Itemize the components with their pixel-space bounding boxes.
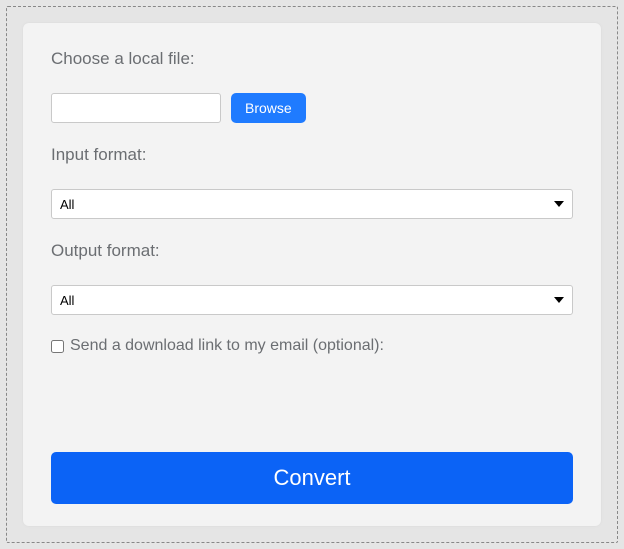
input-format-label: Input format: xyxy=(51,145,573,165)
email-option-row[interactable]: Send a download link to my email (option… xyxy=(51,337,573,355)
file-row: Browse xyxy=(51,93,573,123)
email-checkbox[interactable] xyxy=(51,340,64,353)
output-format-label: Output format: xyxy=(51,241,573,261)
choose-file-label: Choose a local file: xyxy=(51,49,573,69)
output-format-select[interactable]: All xyxy=(51,285,573,315)
email-option-label: Send a download link to my email (option… xyxy=(70,337,384,355)
input-format-select[interactable]: All xyxy=(51,189,573,219)
form-card: Choose a local file: Browse Input format… xyxy=(23,23,601,526)
convert-button[interactable]: Convert xyxy=(51,452,573,504)
dashed-container: Choose a local file: Browse Input format… xyxy=(6,6,618,543)
spacer xyxy=(51,365,573,452)
browse-button[interactable]: Browse xyxy=(231,93,306,123)
file-input[interactable] xyxy=(51,93,221,123)
